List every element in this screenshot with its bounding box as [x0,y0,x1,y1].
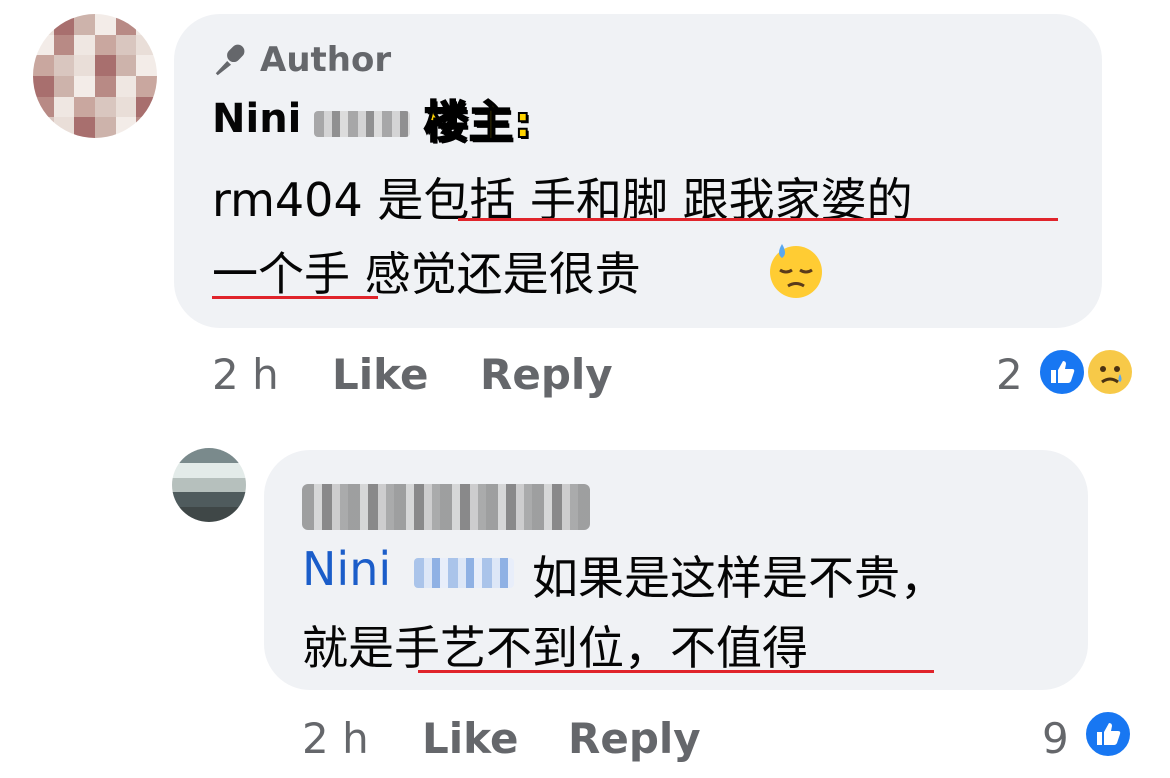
redacted-mention [414,558,514,588]
avatar-pixel [33,117,54,138]
avatar-pixel [115,117,137,138]
avatar-pixel [33,75,54,97]
reaction-count[interactable]: 2 [996,350,1023,399]
avatar-pixel [216,448,232,463]
avatar-pixel [136,34,157,56]
avatar-pixel [94,14,116,35]
avatar-pixel [136,75,157,97]
avatar-pixel [172,448,187,463]
avatar-pixel [186,448,202,463]
avatar-pixel [33,34,54,56]
red-underline [418,670,934,673]
avatar-pixel [172,462,187,478]
avatar-pixel [94,96,116,118]
like-reaction-icon[interactable] [1084,710,1132,758]
avatar-pixel [172,477,187,493]
avatar-pixel [33,96,54,118]
avatar-pixel [53,96,75,118]
author-badge: Author [212,40,391,80]
avatar-pixel [74,96,95,118]
avatar-pixel [201,507,217,522]
avatar-pixel [53,75,75,97]
avatar-pixel [53,34,75,56]
reply-text-line: 就是手艺不到位，不值得 [302,621,808,675]
avatar-pixel [186,492,202,508]
like-reaction-icon[interactable] [1038,348,1086,396]
avatar-pixel [33,55,54,76]
avatar-pixel [115,34,137,56]
commenter-name[interactable]: Nini [212,96,301,142]
avatar-pixel [136,55,157,76]
comment-text-line: 一个手 感觉还是很贵 [212,247,641,301]
avatar-pixel [74,14,95,35]
avatar-pixel [53,14,75,35]
avatar-pixel [74,117,95,138]
avatar-pixel [201,492,217,508]
avatar-pixel [94,117,116,138]
avatar-pixel [216,477,232,493]
sad-reaction-icon[interactable] [1086,348,1134,396]
avatar-pixel [53,117,75,138]
avatar[interactable] [172,448,246,522]
avatar-pixel [186,462,202,478]
comment-timestamp[interactable]: 2 h [302,714,369,763]
avatar-pixel [216,462,232,478]
avatar-pixel [94,34,116,56]
avatar-pixel [172,492,187,508]
avatar-pixel [172,507,187,522]
avatar-pixel [33,14,54,35]
avatar-pixel [216,507,232,522]
avatar-pixel [94,55,116,76]
avatar[interactable] [33,14,157,138]
avatar-pixel [201,448,217,463]
like-button[interactable]: Like [422,714,518,763]
avatar-pixel [53,55,75,76]
avatar-pixel [74,34,95,56]
author-badge-label: Author [260,40,392,80]
avatar-pixel [115,75,137,97]
avatar-pixel [115,55,137,76]
avatar-pixel [231,492,246,508]
avatar-pixel [94,75,116,97]
avatar-pixel [74,75,95,97]
avatar-pixel [115,96,137,118]
mention-link[interactable]: Nini [302,542,391,596]
avatar-pixel [74,55,95,76]
avatar-pixel [115,14,137,35]
avatar-pixel [231,462,246,478]
avatar-pixel [231,507,246,522]
microphone-icon [215,44,245,76]
red-underline [212,296,378,299]
comment-timestamp[interactable]: 2 h [212,350,279,399]
avatar-pixel [136,14,157,35]
avatar-pixel [136,96,157,118]
thread-starter-tag: 楼主: [423,96,533,149]
avatar-pixel [201,462,217,478]
avatar-pixel [136,117,157,138]
reply-text-line: Nini [302,542,391,596]
avatar-pixel [231,448,246,463]
avatar-pixel [216,492,232,508]
red-underline [458,218,1058,221]
reply-button[interactable]: Reply [480,350,613,399]
downcast-face-with-sweat-emoji [770,244,822,298]
avatar-pixel [201,477,217,493]
reply-text-line: 如果是这样是不贵， [532,551,946,605]
avatar-pixel [231,477,246,493]
redacted-name [302,484,590,530]
like-button[interactable]: Like [332,350,428,399]
avatar-pixel [186,507,202,522]
avatar-pixel [186,477,202,493]
redacted-name [314,111,410,137]
reaction-count[interactable]: 9 [1042,714,1069,763]
reply-button[interactable]: Reply [568,714,701,763]
